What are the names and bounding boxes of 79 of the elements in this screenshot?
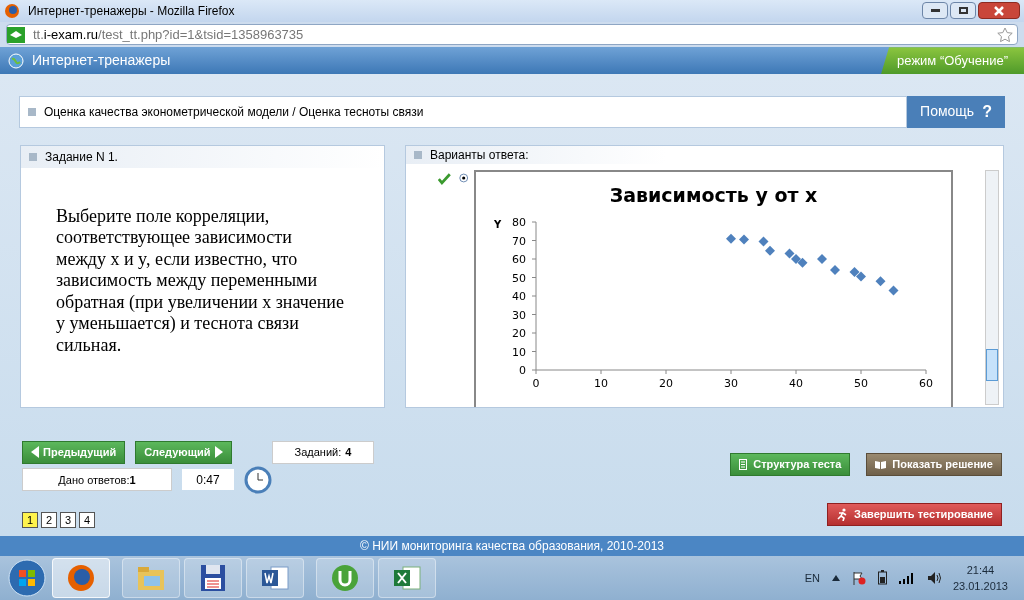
- data-point: [726, 233, 736, 244]
- close-button[interactable]: [978, 2, 1020, 20]
- app-title: Интернет-тренажеры: [32, 51, 171, 71]
- x-tick-label: 0: [532, 376, 540, 390]
- x-tick-label: 40: [789, 376, 803, 390]
- book-icon: [875, 459, 887, 469]
- y-tick-label: 30: [512, 308, 526, 322]
- signal-icon[interactable]: [898, 571, 915, 584]
- start-button[interactable]: [6, 557, 48, 598]
- action-button[interactable]: Показать решение: [866, 452, 1002, 476]
- data-point: [888, 285, 899, 296]
- site-favicon-icon: [7, 26, 25, 43]
- show-hidden-icons-icon[interactable]: [831, 574, 840, 581]
- x-tick-label: 60: [919, 376, 933, 390]
- data-point: [849, 266, 860, 277]
- address-field[interactable]: tt.i-exam.ru/test_tt.php?id=1&tsid=1358963735: [6, 24, 1018, 45]
- scroll-thumb[interactable]: [986, 348, 998, 381]
- data-point: [739, 234, 749, 245]
- y-tick-label: 40: [512, 289, 526, 303]
- y-tick-label: 20: [512, 326, 526, 340]
- chart-title: Зависимость y от x: [609, 183, 818, 206]
- footer-bar: © НИИ мониторинга качества образования, 2010-2013: [0, 535, 1024, 556]
- x-tick-label: 20: [659, 376, 673, 390]
- x-tick-label: 10: [594, 376, 608, 390]
- y-tick-label: 70: [512, 234, 526, 248]
- y-axis-label: Y: [494, 218, 502, 230]
- running-figure-icon: [836, 507, 849, 521]
- radio-button[interactable]: [458, 171, 468, 184]
- url-text: tt.i-exam.ru/test_tt.php?id=1&tsid=1358963735: [33, 25, 304, 44]
- y-tick-label: 50: [512, 271, 526, 285]
- tasks-count-box: Заданий: 4: [271, 440, 375, 464]
- help-button[interactable]: Помощь ?: [907, 95, 1005, 128]
- data-point: [791, 253, 801, 264]
- taskbar-button[interactable]: [52, 557, 110, 598]
- clock-date[interactable]: 23.01.2013: [952, 577, 1008, 594]
- globe-icon: [8, 52, 24, 69]
- clock-time[interactable]: 21:44: [966, 561, 995, 578]
- taskbar-button[interactable]: [378, 557, 436, 598]
- x-tick-label: 50: [854, 376, 868, 390]
- bookmark-star-icon[interactable]: [997, 26, 1013, 43]
- y-tick-label: 80: [512, 215, 526, 229]
- minimize-button[interactable]: [922, 2, 948, 20]
- window-title: Интернет-тренажеры - Mozilla Firefox: [28, 2, 235, 20]
- taskbar-button[interactable]: [184, 557, 242, 598]
- data-point: [817, 253, 827, 264]
- close-icon: [994, 5, 1004, 16]
- left-arrow-icon: [31, 446, 39, 459]
- y-tick-label: 0: [519, 363, 526, 377]
- x-tick-label: 30: [724, 376, 738, 390]
- data-point: [797, 257, 808, 268]
- breadcrumb-bar: Оценка качества эконометрической модели / Оценка тесноты связи: [19, 95, 907, 128]
- data-point: [758, 236, 769, 247]
- flag-icon[interactable]: [851, 570, 866, 585]
- answered-count-box: Дано ответов:1: [22, 468, 172, 492]
- y-tick-label: 60: [512, 252, 526, 266]
- language-indicator[interactable]: EN: [804, 569, 820, 587]
- data-point: [856, 271, 866, 282]
- page-number[interactable]: 2: [41, 511, 57, 528]
- finish-test-button[interactable]: Завершить тестирование: [827, 502, 1002, 526]
- data-point: [765, 245, 775, 256]
- right-arrow-icon: [214, 446, 223, 459]
- taskbar-button[interactable]: [246, 557, 304, 598]
- data-point: [784, 248, 795, 259]
- data-point: [830, 265, 840, 275]
- page-number[interactable]: 3: [60, 511, 76, 528]
- page-number[interactable]: 1: [22, 511, 38, 528]
- mode-badge: режим “Обучение”: [881, 47, 1024, 74]
- clock-icon: [244, 465, 272, 494]
- task-text: Выберите поле корреляции, соответствующее зависимости между x и y, если известно, что зависимость между переменными обратная (при увеличении x значение y уменьшается) и теснота связи сильная.: [55, 204, 345, 357]
- data-point: [875, 276, 886, 287]
- browser-logo-icon: [4, 2, 20, 19]
- y-tick-label: 10: [512, 345, 526, 359]
- restore-button[interactable]: [950, 2, 976, 20]
- list-icon: [739, 458, 748, 470]
- speaker-icon[interactable]: [926, 570, 941, 585]
- timer: 0:47: [182, 469, 234, 491]
- scrollbar[interactable]: [985, 169, 999, 405]
- page-number[interactable]: 4: [79, 511, 95, 528]
- battery-icon[interactable]: [877, 570, 887, 586]
